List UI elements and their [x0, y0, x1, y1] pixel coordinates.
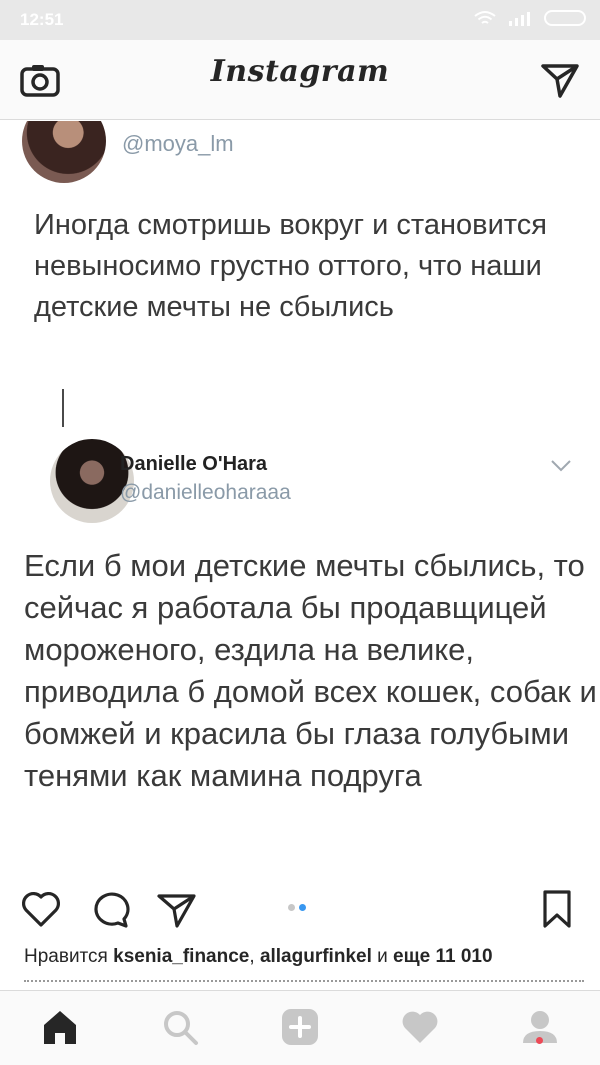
post-image[interactable]: @moya_lm Иногда смотришь вокруг и станов… [0, 121, 600, 865]
liker-link[interactable]: allagurfinkel [260, 946, 372, 967]
direct-message-icon[interactable] [540, 60, 580, 100]
bookmark-icon[interactable] [536, 888, 578, 930]
battery-icon [544, 10, 586, 26]
search-icon[interactable] [160, 1007, 200, 1047]
tweet-handle: @moya_lm [122, 131, 234, 156]
likes-count-link[interactable]: еще 11 010 [393, 946, 493, 967]
wifi-icon [474, 11, 496, 24]
carousel-dot [288, 904, 295, 911]
likes-separator: , [249, 946, 255, 967]
comment-icon[interactable] [90, 888, 132, 930]
likes-line: Нравится ksenia_finance, allagurfinkel и… [24, 946, 600, 968]
heart-icon[interactable] [20, 888, 62, 930]
thread-line [62, 389, 64, 427]
tweet-text: Если б мои детские мечты сбылись, то сей… [24, 548, 597, 793]
likes-prefix: Нравится [24, 946, 108, 967]
avatar [22, 121, 106, 183]
signal-icon [509, 12, 530, 26]
status-bar: 12:51 [0, 0, 600, 40]
tweet-handle: @danielleoharaaa [120, 481, 291, 504]
likes-and: и [377, 946, 388, 967]
bottom-nav [0, 990, 600, 1065]
instagram-logo: Instagram [210, 54, 390, 89]
post-actions [0, 866, 600, 946]
tweet-text: Иногда смотришь вокруг и становится невы… [34, 209, 547, 323]
carousel-indicator [288, 904, 306, 911]
truncated-caption [24, 980, 584, 986]
app-header: Instagram [0, 40, 600, 120]
activity-icon[interactable] [400, 1007, 440, 1047]
tweet-author-name: Danielle O'Hara [120, 453, 268, 475]
liker-link[interactable]: ksenia_finance [113, 946, 249, 967]
notification-dot [536, 1037, 543, 1044]
carousel-dot-active [299, 904, 306, 911]
status-icons [474, 10, 586, 26]
chevron-down-icon [551, 460, 571, 472]
add-icon[interactable] [280, 1007, 320, 1047]
status-time: 12:51 [20, 10, 64, 29]
home-icon[interactable] [40, 1007, 80, 1047]
share-icon[interactable] [156, 888, 198, 930]
